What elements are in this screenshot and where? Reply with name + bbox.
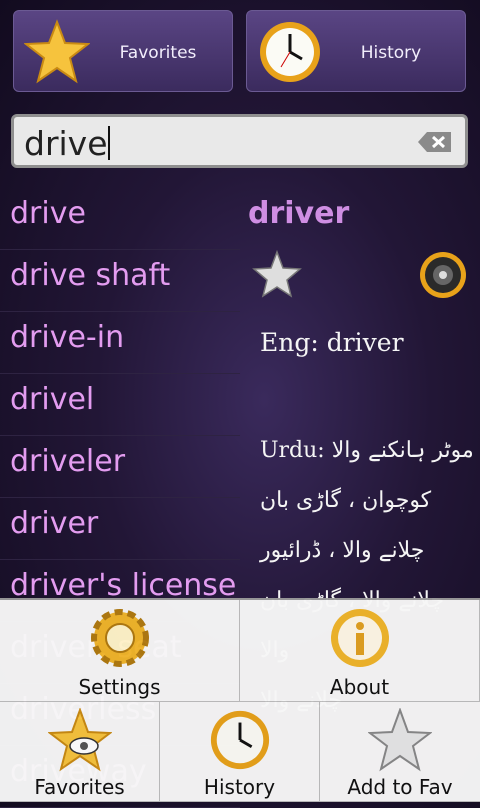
urdu-line: چلانے والا ، ڈرائیور	[260, 538, 425, 563]
favorites-top-button[interactable]: Favorites	[13, 10, 233, 92]
word-list-item[interactable]: drivel	[0, 374, 240, 436]
settings-label: Settings	[78, 675, 161, 699]
history-top-button[interactable]: History	[246, 10, 466, 92]
add-favorite-star-icon[interactable]	[252, 250, 302, 298]
search-input[interactable]: drive	[24, 124, 110, 163]
star-outline-icon	[368, 708, 432, 772]
urdu-line: کوچوان ، گاڑی بان	[260, 488, 432, 513]
word-list-item[interactable]: driveler	[0, 436, 240, 498]
word-list-item[interactable]: driver	[0, 498, 240, 560]
options-menu: Settings About Favorites History Add to …	[0, 598, 480, 802]
info-icon	[330, 609, 389, 667]
settings-menu-item[interactable]: Settings	[0, 600, 240, 702]
about-menu-item[interactable]: About	[240, 600, 480, 702]
add-to-fav-label: Add to Fav	[347, 775, 453, 799]
about-label: About	[329, 675, 390, 699]
history-menu-label: History	[203, 775, 276, 799]
star-eye-icon	[47, 708, 112, 772]
gear-icon	[90, 609, 149, 667]
headword: driver	[248, 196, 350, 231]
word-list-item[interactable]: drive shaft	[0, 250, 240, 312]
search-value: drive	[24, 124, 108, 163]
speaker-icon[interactable]	[418, 250, 468, 300]
word-list-item[interactable]: drive-in	[0, 312, 240, 374]
definition-panel: driver Eng: driver Urdu: موٹر ہانکنے وال…	[248, 196, 478, 713]
history-top-label: History	[360, 43, 422, 63]
favorites-top-label: Favorites	[119, 43, 197, 63]
favorites-menu-label: Favorites	[34, 775, 125, 799]
english-definition: Eng: driver	[260, 328, 404, 357]
word-list-item[interactable]: drive	[0, 188, 240, 250]
add-to-fav-menu-item[interactable]: Add to Fav	[320, 702, 480, 802]
text-caret	[107, 126, 110, 160]
clock-icon	[210, 710, 269, 770]
favorites-menu-item[interactable]: Favorites	[0, 702, 160, 802]
urdu-line: Urdu: موٹر ہانکنے والا	[260, 438, 474, 463]
history-menu-item[interactable]: History	[160, 702, 320, 802]
search-box[interactable]: drive	[11, 114, 468, 168]
backspace-clear-icon[interactable]	[417, 130, 453, 154]
